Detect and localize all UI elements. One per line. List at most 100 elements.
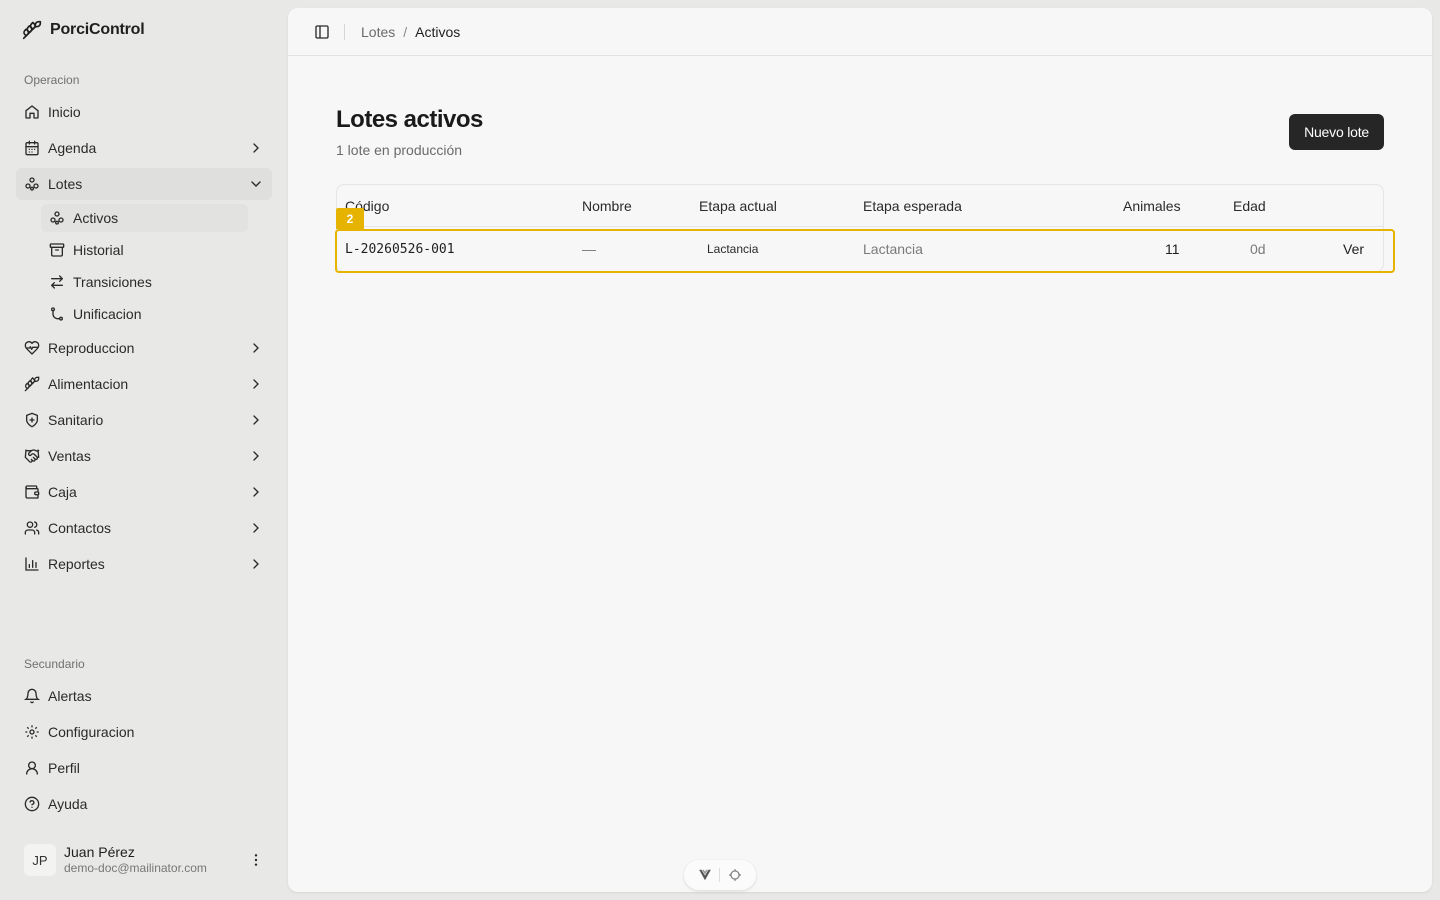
chevron-right-icon — [248, 556, 264, 572]
more-vertical-icon[interactable] — [248, 852, 264, 868]
wallet-icon — [24, 484, 40, 500]
vue-logo-icon[interactable] — [698, 868, 712, 882]
breadcrumb: Lotes / Activos — [361, 24, 460, 40]
bell-icon — [24, 688, 40, 704]
sidebar-item-reportes[interactable]: Reportes — [16, 548, 272, 580]
sidebar-item-label: Perfil — [48, 760, 80, 776]
arrows-icon — [49, 274, 65, 290]
gear-icon — [24, 724, 40, 740]
chevron-right-icon — [248, 140, 264, 156]
help-circle-icon — [24, 796, 40, 812]
stage-badge: Lactancia — [707, 242, 759, 256]
cell-edad: 0d — [1250, 241, 1266, 257]
calendar-icon — [24, 140, 40, 156]
sidebar-item-label: Contactos — [48, 520, 112, 536]
sidebar-subitem-activos[interactable]: Activos — [41, 204, 248, 232]
archive-icon — [49, 242, 65, 258]
group-icon — [24, 176, 40, 192]
lotes-table: Código Nombre Etapa actual Etapa esperad… — [335, 184, 1395, 273]
sidebar-item-agenda[interactable]: Agenda — [16, 132, 272, 164]
table-row[interactable]: L-20260526-001 — Lactancia Lactancia 11 … — [337, 227, 1383, 271]
sidebar-subitem-label: Historial — [73, 242, 124, 258]
chevron-right-icon — [248, 376, 264, 392]
cell-codigo: L-20260526-001 — [345, 241, 455, 257]
brand[interactable]: PorciControl — [22, 20, 145, 40]
sidebar-item-label: Ayuda — [48, 796, 88, 812]
sidebar-subitem-transiciones[interactable]: Transiciones — [41, 268, 248, 296]
page-title: Lotes activos — [336, 106, 483, 133]
breadcrumb-lotes[interactable]: Lotes — [361, 24, 395, 40]
col-nombre: Nombre — [582, 197, 632, 214]
user-name: Juan Pérez — [64, 844, 135, 860]
sidebar-item-caja[interactable]: Caja — [16, 476, 272, 508]
sidebar-toggle-icon[interactable] — [314, 24, 330, 40]
ver-link[interactable]: Ver — [1343, 241, 1364, 257]
sidebar-item-inicio[interactable]: Inicio — [16, 96, 272, 128]
cell-nombre: — — [582, 241, 596, 257]
wheat-icon — [22, 20, 42, 40]
sidebar-item-alertas[interactable]: Alertas — [16, 680, 272, 712]
handshake-icon — [24, 448, 40, 464]
user-icon — [24, 760, 40, 776]
col-edad: Edad — [1233, 197, 1266, 214]
sidebar-item-sanitario[interactable]: Sanitario — [16, 404, 272, 436]
user-email: demo-doc@mailinator.com — [64, 861, 207, 875]
sidebar-subitem-label: Activos — [73, 210, 119, 226]
users-icon — [24, 520, 40, 536]
table-header: Código Nombre Etapa actual Etapa esperad… — [337, 185, 1383, 227]
sidebar-subitem-label: Unificacion — [73, 306, 142, 322]
sidebar-item-configuracion[interactable]: Configuracion — [16, 716, 272, 748]
home-icon — [24, 104, 40, 120]
crosshair-icon[interactable] — [728, 868, 742, 882]
sidebar-item-label: Reproduccion — [48, 340, 135, 356]
col-etapa-actual: Etapa actual — [699, 197, 777, 214]
sidebar-item-label: Agenda — [48, 140, 97, 156]
divider — [344, 23, 345, 40]
heart-pulse-icon — [24, 340, 40, 356]
avatar: JP — [24, 844, 56, 876]
sidebar-item-label: Configuracion — [48, 724, 135, 740]
secondary-nav: Alertas Configuracion Perfil Ayuda — [16, 680, 272, 824]
sidebar-item-lotes[interactable]: Lotes — [16, 168, 272, 200]
group-label-secundario: Secundario — [24, 657, 85, 671]
highlight-tag: 2 — [336, 208, 364, 229]
sidebar-item-ayuda[interactable]: Ayuda — [16, 788, 272, 820]
main-nav: Inicio Agenda Lotes Activos Historial Tr… — [16, 96, 272, 584]
sidebar-subitem-historial[interactable]: Historial — [41, 236, 248, 264]
main-panel: Lotes / Activos Lotes activos 1 lote en … — [288, 8, 1432, 892]
sidebar-subitem-label: Transiciones — [73, 274, 152, 290]
lotes-subnav: Activos Historial Transiciones Unificaci… — [41, 204, 272, 328]
shield-plus-icon — [24, 412, 40, 428]
cell-animales: 11 — [1165, 241, 1180, 257]
page-subtitle: 1 lote en producción — [336, 142, 463, 158]
wheat-icon — [24, 376, 40, 392]
merge-icon — [49, 306, 65, 322]
sidebar-subitem-unificacion[interactable]: Unificacion — [41, 300, 248, 328]
chevron-down-icon — [248, 176, 264, 192]
sidebar-item-label: Alimentacion — [48, 376, 129, 392]
sidebar-item-label: Caja — [48, 484, 77, 500]
col-etapa-esperada: Etapa esperada — [863, 197, 962, 214]
chevron-right-icon — [248, 340, 264, 356]
devtools-floater[interactable] — [684, 860, 756, 890]
sidebar-item-ventas[interactable]: Ventas — [16, 440, 272, 472]
group-label-operacion: Operacion — [24, 73, 80, 87]
chevron-right-icon — [248, 520, 264, 536]
sidebar-item-alimentacion[interactable]: Alimentacion — [16, 368, 272, 400]
bar-chart-icon — [24, 556, 40, 572]
sidebar-item-label: Lotes — [48, 176, 83, 192]
divider — [719, 868, 721, 882]
sidebar-item-perfil[interactable]: Perfil — [16, 752, 272, 784]
sidebar-item-label: Alertas — [48, 688, 92, 704]
sidebar-item-reproduccion[interactable]: Reproduccion — [16, 332, 272, 364]
user-menu[interactable]: JP Juan Pérez demo-doc@mailinator.com — [16, 836, 272, 884]
app-name: PorciControl — [50, 21, 145, 38]
col-animales: Animales — [1123, 197, 1181, 214]
sidebar-item-label: Sanitario — [48, 412, 104, 428]
new-lote-button[interactable]: Nuevo lote — [1289, 114, 1384, 150]
chevron-right-icon — [248, 448, 264, 464]
chevron-right-icon — [248, 412, 264, 428]
group-icon — [49, 210, 65, 226]
sidebar-item-contactos[interactable]: Contactos — [16, 512, 272, 544]
topbar: Lotes / Activos — [288, 8, 1432, 56]
